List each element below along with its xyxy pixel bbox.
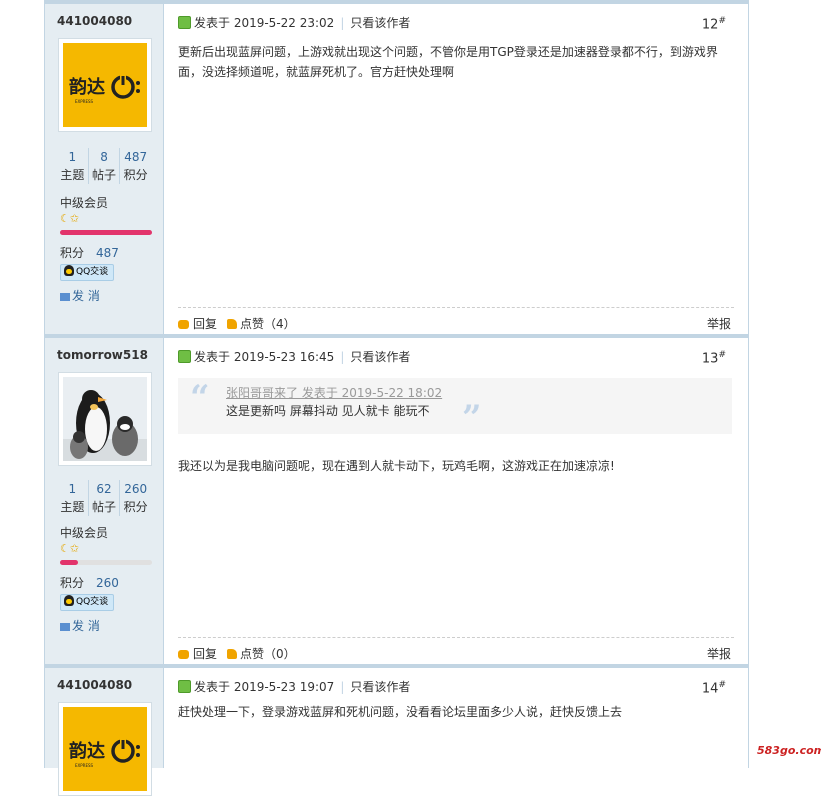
rank-moon-star-icon: ☾✩ <box>60 212 80 225</box>
penguin-avatar <box>63 377 147 461</box>
stat-posts[interactable]: 8 帖子 <box>87 148 120 184</box>
reply-icon <box>178 320 189 329</box>
post-content: 赶快处理一下，登录游戏蓝屏和死机问题，没看看论坛里面多少人说，赶快反馈上去 <box>178 705 623 719</box>
author-name[interactable]: 441004080 <box>57 678 132 692</box>
divider <box>178 307 734 308</box>
like-button[interactable]: 点赞（4） <box>227 317 296 331</box>
svg-text:韵达: 韵达 <box>69 740 105 762</box>
thumbs-up-icon <box>227 319 238 329</box>
post-meta: 发表于 2019-5-22 23:02 | 只看该作者 <box>178 14 410 31</box>
svg-text:韵达: 韵达 <box>69 76 105 98</box>
author-sidebar: 441004080 韵达 EXPRESS 1 主题 8 帖子 487 积分 中级会 <box>45 4 164 334</box>
svg-text:EXPRESS: EXPRESS <box>75 763 94 768</box>
post-main: 发表于 2019-5-23 19:07 | 只看该作者 14# 赶快处理一下，登录游… <box>164 668 748 768</box>
post-meta: 发表于 2019-5-23 19:07 | 只看该作者 <box>178 678 410 695</box>
rank-progress-bar <box>60 560 152 565</box>
rank-progress-bar <box>60 230 152 235</box>
floor-number[interactable]: 14# <box>702 680 726 696</box>
thumbs-up-icon <box>227 649 238 659</box>
post-content: 更新后出现蓝屏问题，上游戏就出现这个问题，不管你是用TGP登录还是加速器登录都不… <box>178 45 718 79</box>
qq-penguin-icon <box>64 265 74 276</box>
avatar[interactable]: 韵达 EXPRESS <box>58 702 152 796</box>
reply-icon <box>178 650 189 659</box>
author-stats: 1 主题 62 帖子 260 积分 <box>57 480 151 516</box>
only-author-link[interactable]: 只看该作者 <box>350 16 410 30</box>
reply-button[interactable]: 回复 <box>178 317 217 331</box>
quote-source-link[interactable]: 张阳哥哥来了 发表于 2019-5-22 18:02 <box>226 384 442 401</box>
author-stats: 1 主题 8 帖子 487 积分 <box>57 148 151 184</box>
post-date: 发表于 2019-5-23 16:45 <box>194 350 335 364</box>
post-14: 441004080 韵达 EXPRESS 发表于 2019-5-23 19:07… <box>45 668 748 796</box>
post-meta: 发表于 2019-5-23 16:45 | 只看该作者 <box>178 348 410 365</box>
author-sidebar: tomorrow518 1 主题 62 帖子 260 积分 中级会员 ☾✩ 积分… <box>45 338 164 664</box>
divider <box>178 637 734 638</box>
thread-container: 441004080 韵达 EXPRESS 1 主题 8 帖子 487 积分 中级会 <box>44 0 749 796</box>
post-content: 我还以为是我电脑问题呢，现在遇到人就卡动下，玩鸡毛啊，这游戏正在加速凉凉! <box>178 459 615 473</box>
author-name[interactable]: 441004080 <box>57 14 132 28</box>
send-message-link[interactable]: 发 消 <box>60 617 100 634</box>
envelope-icon <box>60 623 70 631</box>
report-button[interactable]: 举报 <box>707 645 731 662</box>
online-status-icon <box>178 680 191 693</box>
close-quote-icon: ” <box>462 398 482 438</box>
user-rank[interactable]: 中级会员 <box>60 194 108 211</box>
online-status-icon <box>178 16 191 29</box>
open-quote-icon: “ <box>190 378 210 418</box>
post-date: 发表于 2019-5-23 19:07 <box>194 680 335 694</box>
post-13: tomorrow518 1 主题 62 帖子 260 积分 中级会员 ☾✩ 积分… <box>45 338 748 664</box>
post-actions: 回复 点赞（4） <box>178 315 296 332</box>
rank-moon-star-icon: ☾✩ <box>60 542 80 555</box>
post-main: 发表于 2019-5-22 23:02 | 只看该作者 12# 更新后出现蓝屏问题，… <box>164 4 748 334</box>
report-button[interactable]: 举报 <box>707 315 731 332</box>
like-button[interactable]: 点赞（0） <box>227 647 296 661</box>
post-main: 发表于 2019-5-23 16:45 | 只看该作者 13# “ 张阳哥哥来了 发… <box>164 338 748 664</box>
site-watermark: 583go.com <box>757 744 821 757</box>
stat-credits[interactable]: 260 积分 <box>119 480 151 516</box>
yunda-logo-avatar: 韵达 EXPRESS <box>63 707 147 791</box>
only-author-link[interactable]: 只看该作者 <box>350 350 410 364</box>
reply-button[interactable]: 回复 <box>178 647 217 661</box>
quote-block: “ 张阳哥哥来了 发表于 2019-5-22 18:02 这是更新吗 屏幕抖动 … <box>178 378 732 438</box>
qq-penguin-icon <box>64 595 74 606</box>
floor-number[interactable]: 12# <box>702 16 726 32</box>
qq-chat-button[interactable]: QQ交谈 <box>60 594 115 611</box>
stat-threads[interactable]: 1 主题 <box>57 480 88 516</box>
svg-text:EXPRESS: EXPRESS <box>75 99 94 104</box>
send-message-link[interactable]: 发 消 <box>60 287 100 304</box>
avatar[interactable]: 韵达 EXPRESS <box>58 38 152 132</box>
avatar[interactable] <box>58 372 152 466</box>
post-12: 441004080 韵达 EXPRESS 1 主题 8 帖子 487 积分 中级会 <box>45 4 748 334</box>
stat-threads[interactable]: 1 主题 <box>57 148 88 184</box>
author-sidebar: 441004080 韵达 EXPRESS <box>45 668 164 796</box>
credit-row: 积分 260 <box>60 576 119 590</box>
author-name[interactable]: tomorrow518 <box>57 348 148 362</box>
online-status-icon <box>178 350 191 363</box>
stat-credits[interactable]: 487 积分 <box>119 148 151 184</box>
qq-chat-button[interactable]: QQ交谈 <box>60 264 115 281</box>
user-rank[interactable]: 中级会员 <box>60 524 108 541</box>
stat-posts[interactable]: 62 帖子 <box>87 480 120 516</box>
only-author-link[interactable]: 只看该作者 <box>350 680 410 694</box>
post-actions: 回复 点赞（0） <box>178 645 296 662</box>
envelope-icon <box>60 293 70 301</box>
credit-row: 积分 487 <box>60 246 119 260</box>
yunda-logo-avatar: 韵达 EXPRESS <box>63 43 147 127</box>
post-date: 发表于 2019-5-22 23:02 <box>194 16 335 30</box>
quote-text: 这是更新吗 屏幕抖动 见人就卡 能玩不 <box>226 404 430 418</box>
floor-number[interactable]: 13# <box>702 350 726 366</box>
